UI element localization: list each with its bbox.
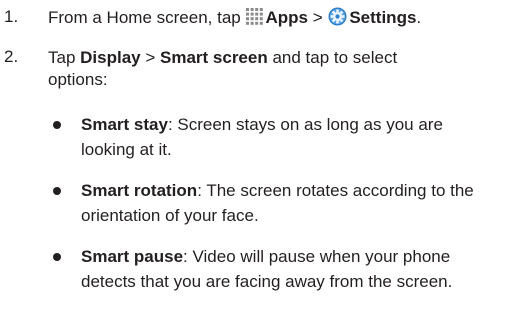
list-item: Smart rotation: The screen rotates accor… [0,178,510,228]
smart-screen-label: Smart screen [160,48,268,67]
instructions-document: 1. From a Home screen, tap Apps > Settin… [0,0,510,314]
option-name: Smart stay [81,115,168,134]
display-label: Display [80,48,141,67]
step-number: 1. [4,7,19,26]
apps-grid-icon [246,8,264,25]
step-1: 1. From a Home screen, tap Apps > Settin… [0,7,510,31]
step-2: 2. Tap Display > Smart screen and tap to… [0,47,510,93]
option-text: Smart stay: Screen stays on as long as y… [81,112,450,162]
step-suffix-text: . [416,8,422,27]
option-name: Smart pause [81,247,184,266]
menu-separator: > [307,8,328,27]
step-number: 2. [4,47,19,66]
apps-label: Apps [265,8,308,27]
bullet-icon [53,121,61,129]
option-text: Smart pause: Video will pause when your … [81,244,465,294]
option-text: Smart rotation: The screen rotates accor… [81,178,502,228]
list-item: Smart pause: Video will pause when your … [0,244,510,314]
list-item: Smart stay: Screen stays on as long as y… [0,112,510,162]
step-prefix-text: Tap [48,48,81,67]
menu-separator: > [140,48,160,67]
step-text: From a Home screen, tap Apps > Settings. [48,7,500,29]
option-name: Smart rotation [81,181,198,200]
bullet-icon [53,253,61,261]
settings-label: Settings [349,8,417,27]
step-text: Tap Display > Smart screen and tap to se… [48,47,450,91]
settings-gear-icon [328,7,347,26]
bullet-icon [53,187,61,195]
step-prefix-text: From a Home screen, tap [48,8,246,27]
